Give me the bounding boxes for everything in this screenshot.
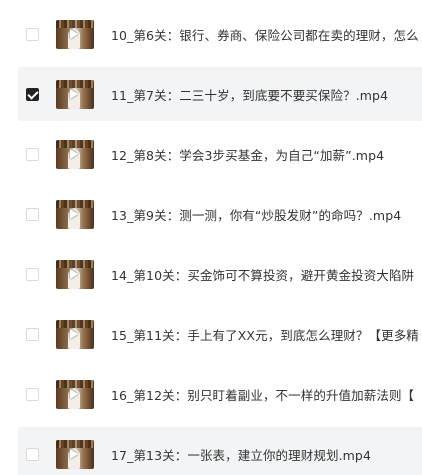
file-row[interactable]: 14_第10关：买金饰可不算投资，避开黄金投资大陷阱	[18, 247, 422, 301]
file-name[interactable]: 10_第6关：银行、券商、保险公司都在卖的理财，怎么	[111, 25, 419, 44]
video-thumbnail-icon[interactable]	[56, 319, 94, 349]
file-row[interactable]: 12_第8关：学会3步买基金，为自己“加薪”.mp4	[18, 127, 422, 181]
video-thumbnail-icon[interactable]	[56, 259, 94, 289]
row-checkbox[interactable]	[26, 267, 39, 281]
file-name[interactable]: 11_第7关：二三十岁，到底要不要买保险？.mp4	[111, 85, 388, 104]
file-name[interactable]: 17_第13关：一张表，建立你的理财规划.mp4	[111, 445, 371, 464]
file-row[interactable]: 13_第9关：测一测，你有“炒股发财”的命吗？.mp4	[18, 187, 422, 241]
play-icon	[70, 448, 78, 459]
play-icon	[70, 148, 78, 159]
row-checkbox[interactable]	[26, 327, 39, 341]
file-row[interactable]: 15_第11关：手上有了XX元，到底怎么理财？【更多精	[18, 307, 422, 361]
file-name[interactable]: 12_第8关：学会3步买基金，为自己“加薪”.mp4	[111, 145, 384, 164]
file-name[interactable]: 13_第9关：测一测，你有“炒股发财”的命吗？.mp4	[111, 205, 401, 224]
file-name[interactable]: 14_第10关：买金饰可不算投资，避开黄金投资大陷阱	[111, 265, 414, 284]
row-checkbox[interactable]	[26, 87, 39, 101]
row-checkbox[interactable]	[26, 147, 39, 161]
file-list: 10_第6关：银行、券商、保险公司都在卖的理财，怎么 11_第7关：二三十岁，到…	[0, 0, 422, 475]
play-icon	[70, 328, 78, 339]
file-name[interactable]: 15_第11关：手上有了XX元，到底怎么理财？【更多精	[111, 325, 419, 344]
file-row[interactable]: 16_第12关：别只盯着副业，不一样的升值加薪法则【	[18, 367, 422, 421]
video-thumbnail-icon[interactable]	[56, 19, 94, 49]
video-thumbnail-icon[interactable]	[56, 79, 94, 109]
file-name[interactable]: 16_第12关：别只盯着副业，不一样的升值加薪法则【	[111, 385, 414, 404]
video-thumbnail-icon[interactable]	[56, 439, 94, 469]
row-checkbox[interactable]	[26, 387, 39, 401]
video-thumbnail-icon[interactable]	[56, 139, 94, 169]
row-checkbox[interactable]	[26, 207, 39, 221]
video-thumbnail-icon[interactable]	[56, 379, 94, 409]
file-row[interactable]: 10_第6关：银行、券商、保险公司都在卖的理财，怎么	[18, 7, 422, 61]
play-icon	[70, 388, 78, 399]
check-icon	[27, 87, 39, 100]
file-row[interactable]: 17_第13关：一张表，建立你的理财规划.mp4	[18, 427, 422, 475]
file-row[interactable]: 11_第7关：二三十岁，到底要不要买保险？.mp4	[18, 67, 422, 121]
play-icon	[70, 88, 78, 99]
row-checkbox[interactable]	[26, 447, 39, 461]
row-checkbox[interactable]	[26, 27, 39, 41]
video-thumbnail-icon[interactable]	[56, 199, 94, 229]
play-icon	[70, 268, 78, 279]
play-icon	[70, 208, 78, 219]
play-icon	[70, 28, 78, 39]
